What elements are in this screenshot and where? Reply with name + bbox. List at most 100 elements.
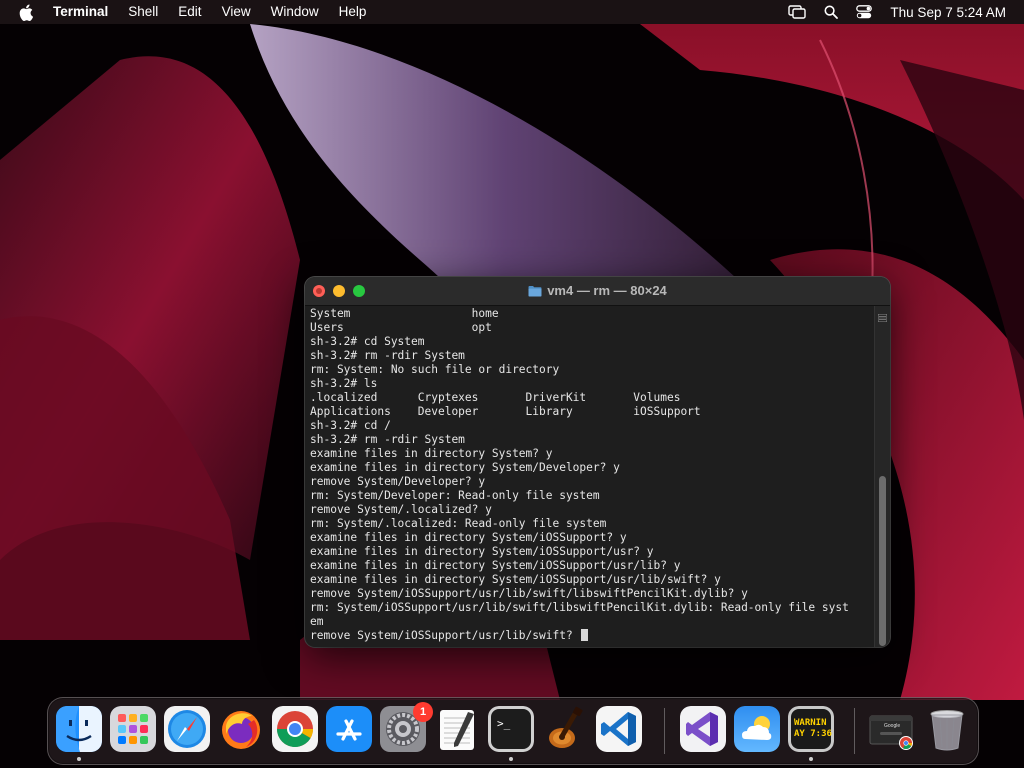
terminal-line-text: Applications Developer Library iOSSuppor…: [310, 405, 701, 418]
menu-bar-status-area: Thu Sep 7 5:24 AM: [770, 0, 1006, 24]
terminal-output-line: em: [310, 615, 874, 629]
menu-edit[interactable]: Edit: [178, 0, 201, 24]
mark-bracket-left: [: [310, 335, 312, 349]
dock-chrome-icon[interactable]: [272, 706, 318, 752]
terminal-glyph: >_: [497, 717, 511, 730]
dock-running-indicator: [509, 757, 513, 761]
terminal-output-line: examine files in directory System/iOSSup…: [310, 559, 874, 573]
menu-app-terminal[interactable]: Terminal: [53, 0, 108, 24]
menu-bar: Terminal Shell Edit View Window Help Thu…: [0, 0, 1024, 24]
terminal-line-text: rm: System: No such file or directory: [310, 363, 560, 376]
menu-view[interactable]: View: [222, 0, 251, 24]
terminal-output-line: .localized Cryptexes DriverKit Volumes: [310, 391, 874, 405]
scrollbar-thumb[interactable]: [879, 476, 886, 646]
dock-trash-icon[interactable]: [924, 706, 970, 752]
terminal-output-line: rm: System/.localized: Read-only file sy…: [310, 517, 874, 531]
terminal-output-line: rm: System: No such file or directory: [310, 363, 874, 377]
terminal-line-text: examine files in directory System/iOSSup…: [310, 559, 681, 572]
terminal-line-text: remove System/iOSSupport/usr/lib/swift?: [310, 629, 580, 642]
dock-visual-studio-icon[interactable]: [680, 706, 726, 752]
terminal-line-text: sh-3.2# cd System: [310, 335, 425, 348]
terminal-output-line: rm: System/iOSSupport/usr/lib/swift/libs…: [310, 601, 874, 615]
menu-bar-clock[interactable]: Thu Sep 7 5:24 AM: [890, 5, 1006, 20]
terminal-output-line: examine files in directory System/iOSSup…: [310, 531, 874, 545]
terminal-line-text: em: [310, 615, 324, 628]
terminal-line-text: rm: System/Developer: Read-only file sys…: [310, 489, 600, 502]
dock-console-icon[interactable]: WARNIN AY 7:36: [788, 706, 834, 752]
dock-system-settings-icon[interactable]: 1: [380, 702, 433, 752]
console-line-1: WARNIN: [794, 718, 827, 728]
terminal-prompt-line: []sh-3.2# cd System: [310, 335, 874, 349]
mark-bracket-left: [: [310, 433, 312, 447]
terminal-cursor: [581, 629, 589, 641]
dock-running-indicator: [77, 757, 81, 761]
terminal-output-line: remove System/iOSSupport/usr/lib/swift/l…: [310, 587, 874, 601]
console-warning-text: WARNIN AY 7:36: [794, 718, 832, 740]
terminal-output-line: System home: [310, 307, 874, 321]
dock-finder-icon[interactable]: [56, 706, 102, 752]
dock: 1 >_ WARNIN AY 7:36 Google: [47, 697, 979, 765]
terminal-title-bar[interactable]: vm4 — rm — 80×24: [305, 277, 890, 306]
terminal-output-line: Users opt: [310, 321, 874, 335]
dock-firefox-icon[interactable]: [218, 706, 264, 752]
terminal-line-text: Users opt: [310, 321, 492, 334]
dock-launchpad-icon[interactable]: [110, 706, 156, 752]
dock-garageband-icon[interactable]: [542, 706, 588, 752]
dock-terminal-icon[interactable]: >_: [488, 706, 534, 752]
dock-separator: [664, 708, 665, 754]
terminal-line-text: rm: System/.localized: Read-only file sy…: [310, 517, 607, 530]
screen-mirroring-icon[interactable]: [788, 5, 807, 19]
dock-vscode-icon[interactable]: [596, 706, 642, 752]
terminal-line-text: examine files in directory System? y: [310, 447, 553, 460]
chrome-window-label: Google: [884, 723, 901, 729]
dock-app-store-icon[interactable]: [326, 706, 372, 752]
folder-icon: [528, 279, 542, 307]
terminal-title-text: vm4 — rm — 80×24: [547, 283, 667, 298]
terminal-line-text: examine files in directory System/iOSSup…: [310, 545, 654, 558]
terminal-line-text: sh-3.2# rm -rdir System: [310, 349, 465, 362]
mark-bracket-left: [: [310, 377, 312, 391]
mark-bracket-left: [: [310, 419, 312, 433]
terminal-output-line: remove System/iOSSupport/usr/lib/swift?: [310, 629, 874, 643]
terminal-line-text: rm: System/iOSSupport/usr/lib/swift/libs…: [310, 601, 849, 614]
dock-running-indicator: [809, 757, 813, 761]
console-line-2: AY 7:36: [794, 729, 832, 739]
terminal-line-text: examine files in directory System/Develo…: [310, 461, 620, 474]
dock-chrome-window-icon[interactable]: Google: [868, 706, 914, 752]
mark-bracket-left: [: [310, 349, 312, 363]
terminal-output-line: examine files in directory System/iOSSup…: [310, 573, 874, 587]
terminal-window: vm4 — rm — 80×24 System homeUsers opt[]s…: [305, 277, 890, 647]
terminal-line-text: examine files in directory System/iOSSup…: [310, 573, 721, 586]
terminal-line-text: sh-3.2# ls: [310, 377, 378, 390]
terminal-line-text: sh-3.2# cd /: [310, 419, 391, 432]
menu-shell[interactable]: Shell: [128, 0, 158, 24]
notification-badge: 1: [413, 702, 433, 722]
terminal-line-text: remove System/iOSSupport/usr/lib/swift/l…: [310, 587, 748, 600]
apple-logo-icon[interactable]: [19, 3, 35, 21]
terminal-output-line: Applications Developer Library iOSSuppor…: [310, 405, 874, 419]
terminal-output-line: remove System/.localized? y: [310, 503, 874, 517]
terminal-output[interactable]: System homeUsers opt[]sh-3.2# cd System[…: [310, 307, 874, 647]
dock-textedit-icon[interactable]: [434, 706, 480, 752]
scrollbar-marks-icon: [877, 309, 888, 323]
dock-safari-icon[interactable]: [164, 706, 210, 752]
terminal-output-line: examine files in directory System/iOSSup…: [310, 545, 874, 559]
terminal-title: vm4 — rm — 80×24: [305, 277, 890, 307]
terminal-line-text: examine files in directory System/iOSSup…: [310, 531, 627, 544]
terminal-output-line: remove System/Developer? y: [310, 475, 874, 489]
terminal-line-text: System home: [310, 307, 499, 320]
dock-weather-icon[interactable]: [734, 706, 780, 752]
terminal-prompt-line: []sh-3.2# ls: [310, 377, 874, 391]
terminal-prompt-line: []sh-3.2# cd /: [310, 419, 874, 433]
terminal-prompt-line: []sh-3.2# rm -rdir System: [310, 433, 874, 447]
terminal-output-line: rm: System/Developer: Read-only file sys…: [310, 489, 874, 503]
terminal-scrollbar[interactable]: [874, 306, 890, 647]
terminal-line-text: .localized Cryptexes DriverKit Volumes: [310, 391, 681, 404]
control-center-icon[interactable]: [856, 5, 873, 19]
menu-window[interactable]: Window: [271, 0, 319, 24]
terminal-line-text: remove System/Developer? y: [310, 475, 486, 488]
menu-help[interactable]: Help: [339, 0, 367, 24]
search-icon[interactable]: [824, 5, 839, 19]
terminal-prompt-line: []sh-3.2# rm -rdir System: [310, 349, 874, 363]
terminal-output-line: examine files in directory System? y: [310, 447, 874, 461]
